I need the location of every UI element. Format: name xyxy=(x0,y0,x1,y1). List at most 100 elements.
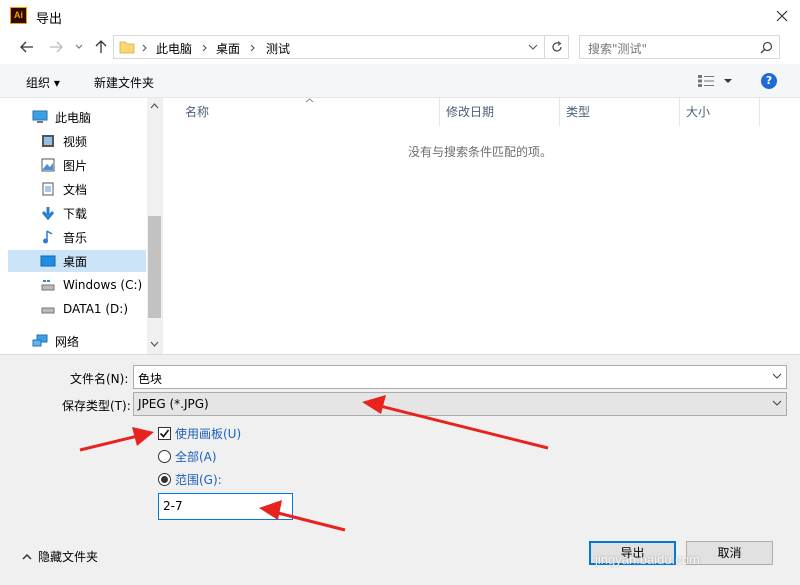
search-icon xyxy=(760,41,773,54)
column-header-size[interactable]: 大小 xyxy=(680,98,760,126)
command-bar: 组织 ▾ 新建文件夹 ? xyxy=(0,64,800,98)
sidebar-item-music[interactable]: 音乐 xyxy=(8,226,146,248)
filetype-select[interactable]: JPEG (*.JPG) xyxy=(133,392,787,416)
chevron-right-icon xyxy=(202,44,207,52)
sidebar-item-pictures[interactable]: 图片 xyxy=(8,154,146,176)
arrow-right-icon xyxy=(50,41,63,53)
checkbox-box[interactable] xyxy=(158,427,171,440)
filetype-label: 保存类型(T): xyxy=(62,399,131,413)
drive-icon xyxy=(40,277,56,293)
breadcrumb-test[interactable]: 测试 xyxy=(266,40,290,57)
sidebar-item-drive-c[interactable]: Windows (C:) xyxy=(8,274,146,296)
scroll-up-icon[interactable] xyxy=(150,103,159,109)
computer-icon xyxy=(32,109,48,125)
range-value: 2-7 xyxy=(163,499,183,513)
sidebar-item-label: 此电脑 xyxy=(55,110,92,125)
sidebar-item-downloads[interactable]: 下载 xyxy=(8,202,146,224)
sidebar-item-label: 网络 xyxy=(55,334,80,349)
recent-locations-button[interactable] xyxy=(68,36,90,58)
search-placeholder: 搜索"测试" xyxy=(588,42,648,56)
new-folder-button[interactable]: 新建文件夹 xyxy=(94,74,154,91)
details-view-icon xyxy=(698,75,714,87)
arrow-left-icon xyxy=(20,41,33,53)
watermark: jingyan.baidu.com xyxy=(595,552,700,567)
column-header-type[interactable]: 类型 xyxy=(560,98,680,126)
window-title: 导出 xyxy=(36,12,63,27)
help-icon[interactable]: ? xyxy=(761,73,777,89)
illustrator-app-icon: Ai xyxy=(10,7,27,24)
save-options-panel: 文件名(N): 色块 保存类型(T): JPEG (*.JPG) 使用画板(U)… xyxy=(0,354,800,585)
arrow-up-icon xyxy=(95,40,107,53)
organize-button[interactable]: 组织 ▾ xyxy=(26,74,60,91)
range-input[interactable]: 2-7 xyxy=(158,493,293,520)
chevron-right-icon xyxy=(250,44,255,52)
network-icon xyxy=(32,333,48,349)
chevron-right-icon xyxy=(142,44,147,52)
checkmark-icon xyxy=(159,429,170,438)
sidebar-item-label: Windows (C:) xyxy=(63,278,143,292)
forward-button[interactable] xyxy=(45,36,67,58)
chevron-up-icon xyxy=(22,553,32,560)
sidebar-item-network[interactable]: 网络 xyxy=(8,330,146,352)
back-button[interactable] xyxy=(16,36,38,58)
radio-selected-dot xyxy=(161,476,168,483)
view-options-button[interactable] xyxy=(697,74,735,88)
filename-field[interactable]: 色块 xyxy=(133,365,787,389)
refresh-icon xyxy=(551,41,562,52)
sidebar-item-label: 下载 xyxy=(63,206,88,221)
chevron-down-icon xyxy=(75,44,83,49)
address-bar[interactable]: 此电脑 桌面 测试 xyxy=(113,35,545,59)
refresh-button[interactable] xyxy=(545,35,569,59)
sidebar-item-label: 视频 xyxy=(63,134,88,149)
video-icon xyxy=(40,133,56,149)
breadcrumb-desktop[interactable]: 桌面 xyxy=(216,40,240,57)
use-artboards-checkbox[interactable]: 使用画板(U) xyxy=(158,425,241,442)
chevron-down-icon xyxy=(772,400,782,406)
sidebar-item-label: DATA1 (D:) xyxy=(63,302,129,316)
chevron-down-icon[interactable] xyxy=(528,44,538,50)
filetype-value: JPEG (*.JPG) xyxy=(138,397,209,411)
folder-icon xyxy=(119,41,135,54)
filename-value: 色块 xyxy=(138,372,163,386)
hide-folders-toggle[interactable]: 隐藏文件夹 xyxy=(22,548,98,565)
navigation-pane: 此电脑 视频 图片 文档 下载 音乐 桌面 Windows (C:) DATA1… xyxy=(0,98,163,354)
search-input[interactable]: 搜索"测试" xyxy=(579,35,780,59)
desktop-icon xyxy=(40,253,56,269)
documents-icon xyxy=(40,181,56,197)
drive-icon xyxy=(40,301,56,317)
close-button[interactable] xyxy=(764,0,800,32)
scroll-down-icon[interactable] xyxy=(150,341,159,347)
chevron-down-icon xyxy=(724,79,732,83)
column-header-name[interactable]: 名称 xyxy=(179,98,440,126)
sidebar-item-documents[interactable]: 文档 xyxy=(8,178,146,200)
range-radio[interactable]: 范围(G): xyxy=(158,471,222,488)
sidebar-item-label: 音乐 xyxy=(63,230,88,245)
scrollbar-thumb[interactable] xyxy=(148,216,161,318)
hide-folders-label: 隐藏文件夹 xyxy=(38,550,99,564)
chevron-down-icon[interactable] xyxy=(772,371,782,381)
empty-list-message: 没有与搜索条件匹配的项。 xyxy=(408,145,553,159)
all-radio[interactable]: 全部(A) xyxy=(158,448,217,465)
sidebar-item-this-pc[interactable]: 此电脑 xyxy=(8,106,146,128)
radio-circle[interactable] xyxy=(158,450,171,463)
filename-label: 文件名(N): xyxy=(70,372,129,386)
sidebar-item-label: 图片 xyxy=(63,158,88,173)
column-header-date-modified[interactable]: 修改日期 xyxy=(440,98,560,126)
sidebar-item-videos[interactable]: 视频 xyxy=(8,130,146,152)
breadcrumb-this-pc[interactable]: 此电脑 xyxy=(156,40,192,57)
close-icon xyxy=(776,10,788,22)
download-icon xyxy=(40,205,56,221)
radio-circle[interactable] xyxy=(158,473,171,486)
range-radio-label: 范围(G): xyxy=(175,473,222,487)
file-list: 名称 修改日期 类型 大小 没有与搜索条件匹配的项。 xyxy=(164,98,800,354)
use-artboards-label: 使用画板(U) xyxy=(175,427,242,441)
music-icon xyxy=(40,229,56,245)
title-bar: Ai 导出 xyxy=(0,0,800,32)
sidebar-item-label: 桌面 xyxy=(63,254,88,269)
sidebar-item-label: 文档 xyxy=(63,182,88,197)
all-radio-label: 全部(A) xyxy=(175,450,217,464)
sidebar-item-drive-d[interactable]: DATA1 (D:) xyxy=(8,298,146,320)
up-button[interactable] xyxy=(90,36,112,58)
pictures-icon xyxy=(40,157,56,173)
sidebar-item-desktop[interactable]: 桌面 xyxy=(8,250,146,272)
